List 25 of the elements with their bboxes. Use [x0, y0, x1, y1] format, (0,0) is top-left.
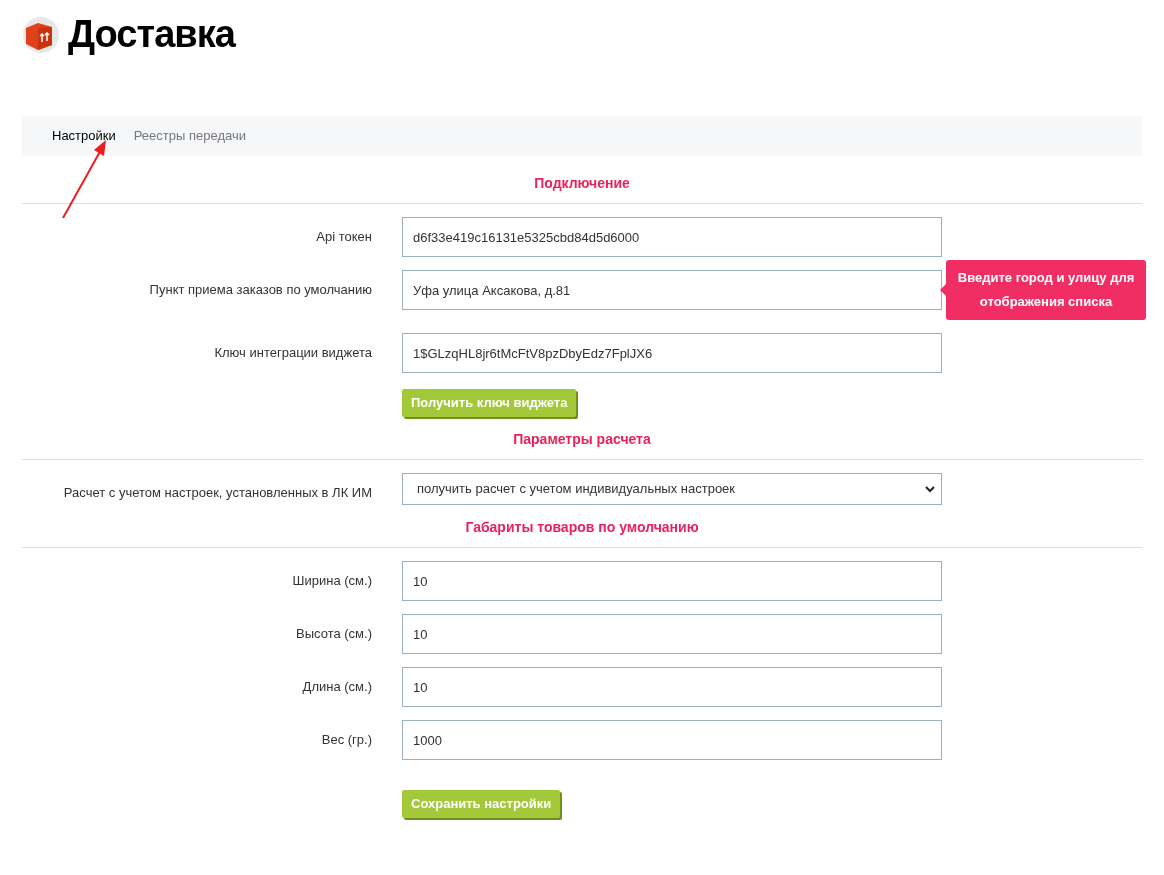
input-field[interactable]: 10 — [402, 614, 942, 654]
input-field[interactable]: 1$GLzqHL8jr6tMcFtV8pzDbyEdz7FplJX6 — [402, 333, 942, 373]
field-label: Вес (гр.) — [321, 732, 372, 747]
tab[interactable]: Настройки — [52, 126, 116, 146]
field-label: Ключ интеграции виджета — [214, 345, 372, 360]
page-title: Доставка — [68, 12, 236, 57]
field-label: Длина (см.) — [302, 679, 372, 694]
section-title: Подключение — [534, 175, 630, 191]
section-title: Параметры расчета — [513, 431, 651, 447]
input-field[interactable]: 10 — [402, 561, 942, 601]
box-logo-icon — [22, 15, 60, 54]
field-label: Расчет с учетом настроек, установленных в ЛК ИМ — [63, 485, 372, 500]
field-label: Пункт приема заказов по умолчанию — [149, 282, 372, 297]
field-label: Ширина (см.) — [292, 573, 372, 588]
input-field[interactable]: Уфа улица Аксакова, д.81 — [402, 270, 942, 310]
tab[interactable]: Реестры передачи — [133, 126, 246, 146]
field-label: Api токен — [316, 229, 372, 244]
input-field[interactable]: d6f33e419c16131e5325cbd84d5d6000 — [402, 217, 942, 257]
select-field[interactable]: получить расчет с учетом индивидуальных настроек — [402, 473, 942, 505]
field-label: Высота (см.) — [296, 626, 372, 641]
section-title: Габариты товаров по умолчанию — [465, 519, 699, 535]
chevron-down-icon — [925, 485, 935, 493]
input-field[interactable]: 1000 — [402, 720, 942, 760]
input-field[interactable]: 10 — [402, 667, 942, 707]
tooltip: Введите город и улицу для отображения списка — [946, 260, 1146, 320]
